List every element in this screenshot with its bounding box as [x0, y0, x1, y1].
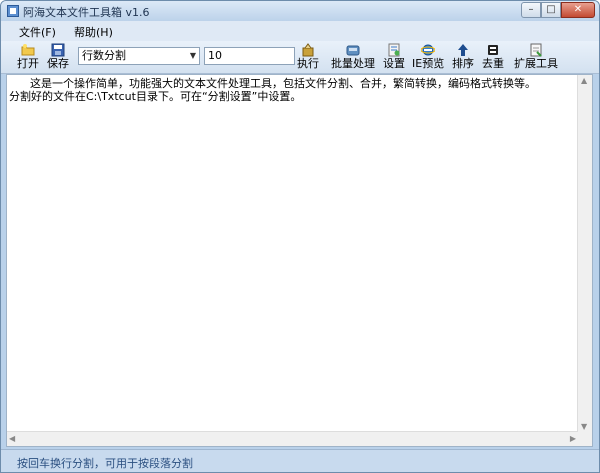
open-button[interactable]: 打开 — [15, 42, 41, 72]
scroll-corner — [578, 432, 592, 446]
save-label: 保存 — [47, 57, 69, 70]
close-button[interactable]: ✕ — [561, 2, 595, 18]
dedupe-icon — [488, 45, 498, 55]
title-bar: 阿海文本文件工具箱 v1.6 – □ ✕ — [1, 1, 599, 21]
open-folder-icon — [21, 44, 35, 56]
text-editor[interactable]: 这是一个操作简单，功能强大的文本文件处理工具，包括文件分割、合并，繁简转换，编码… — [6, 74, 593, 447]
batch-icon — [346, 45, 360, 56]
execute-icon — [302, 43, 314, 57]
execute-button[interactable]: 执行 — [296, 42, 320, 72]
scroll-left-icon[interactable]: ◀ — [9, 434, 15, 443]
scroll-down-icon[interactable]: ▼ — [581, 422, 587, 431]
settings-label: 设置 — [383, 57, 405, 70]
status-bar: 按回车换行分割，可用于按段落分割 — [1, 449, 599, 472]
menu-bar: 文件(F) 帮助(H) — [1, 21, 599, 41]
open-label: 打开 — [17, 57, 39, 70]
ie-icon — [421, 44, 435, 56]
settings-icon — [388, 43, 400, 57]
save-disk-icon — [51, 43, 65, 57]
vertical-scrollbar[interactable]: ▲ ▼ — [577, 75, 592, 432]
menu-file[interactable]: 文件(F) — [19, 24, 56, 40]
horizontal-scrollbar[interactable]: ◀ ▶ — [7, 431, 578, 446]
ie-preview-label: IE预览 — [412, 57, 445, 70]
split-mode-value: 行数分割 — [82, 49, 126, 62]
app-icon — [7, 5, 19, 17]
extend-tools-icon — [530, 43, 542, 57]
sort-button[interactable]: 排序 — [450, 42, 476, 72]
ie-preview-button[interactable]: IE预览 — [412, 42, 444, 72]
maximize-button[interactable]: □ — [541, 2, 561, 18]
app-window: 阿海文本文件工具箱 v1.6 – □ ✕ 文件(F) 帮助(H) 打开 保存 执… — [0, 0, 600, 473]
editor-content[interactable]: 这是一个操作简单，功能强大的文本文件处理工具，包括文件分割、合并，繁简转换，编码… — [9, 77, 577, 103]
status-text: 按回车换行分割，可用于按段落分割 — [17, 457, 193, 470]
execute-label: 执行 — [297, 57, 319, 70]
batch-label: 批量处理 — [331, 57, 375, 70]
dedupe-button[interactable]: 去重 — [480, 42, 506, 72]
save-button[interactable]: 保存 — [45, 42, 71, 72]
minimize-button[interactable]: – — [521, 2, 541, 18]
scroll-right-icon[interactable]: ▶ — [570, 434, 576, 443]
dropdown-arrow-icon[interactable]: ▼ — [190, 48, 196, 64]
dedupe-label: 去重 — [482, 57, 504, 70]
window-title: 阿海文本文件工具箱 v1.6 — [23, 6, 150, 19]
settings-button[interactable]: 设置 — [381, 42, 407, 72]
menu-help[interactable]: 帮助(H) — [74, 24, 113, 40]
sort-label: 排序 — [452, 57, 474, 70]
split-count-input[interactable]: 10 — [204, 47, 295, 65]
split-mode-select[interactable]: 行数分割 ▼ — [78, 47, 200, 65]
extend-tools-button[interactable]: 扩展工具 — [513, 42, 559, 72]
sort-arrow-icon — [458, 44, 468, 56]
extend-tools-label: 扩展工具 — [514, 57, 558, 70]
scroll-up-icon[interactable]: ▲ — [581, 76, 587, 85]
batch-button[interactable]: 批量处理 — [331, 42, 375, 72]
